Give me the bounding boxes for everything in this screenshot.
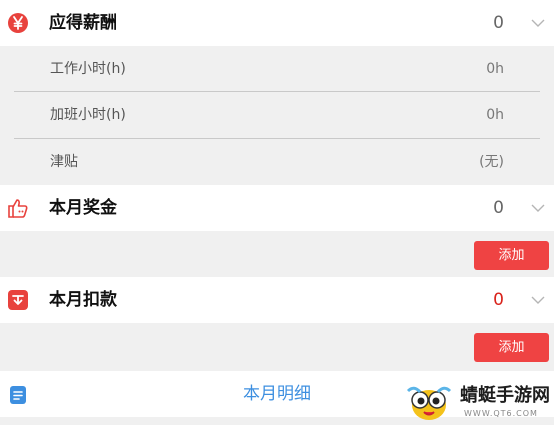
chevron-down-icon[interactable] [530,15,546,31]
allowance-label: 津贴 [50,154,78,170]
overtime-hours-row[interactable]: 加班小时(h) 0h [0,92,554,138]
watermark-text: 蜻蜓手游网 [460,385,550,406]
salary-header[interactable]: 应得薪酬 0 [0,0,554,46]
watermark-url: WWW.QT6.COM [464,409,538,418]
yen-icon [8,13,28,33]
deduction-title: 本月扣款 [49,290,117,310]
work-hours-row[interactable]: 工作小时(h) 0h [0,46,554,92]
dragonfly-logo-icon [406,386,452,420]
allowance-value: (无) [479,154,504,170]
allowance-row[interactable]: 津贴 (无) [0,139,554,185]
overtime-hours-label: 加班小时(h) [50,107,126,123]
bonus-value: 0 [493,198,504,218]
salary-title: 应得薪酬 [49,13,117,33]
salary-value: 0 [493,13,504,33]
add-bonus-button[interactable]: 添加 [474,241,549,270]
watermark: 蜻蜓手游网 WWW.QT6.COM [404,381,554,425]
work-hours-value: 0h [486,61,504,77]
add-deduction-button[interactable]: 添加 [474,333,549,362]
work-hours-label: 工作小时(h) [50,61,126,77]
thumbs-up-icon [8,199,28,218]
chevron-down-icon[interactable] [530,200,546,216]
bonus-header[interactable]: 本月奖金 0 [0,185,554,231]
bonus-add-strip: 添加 [0,231,554,277]
bonus-title: 本月奖金 [49,198,117,218]
deduction-icon [8,290,28,310]
chevron-down-icon[interactable] [530,292,546,308]
overtime-hours-value: 0h [486,107,504,123]
deduction-header[interactable]: 本月扣款 0 [0,277,554,323]
deduction-add-strip: 添加 [0,323,554,369]
deduction-value: 0 [493,290,504,310]
